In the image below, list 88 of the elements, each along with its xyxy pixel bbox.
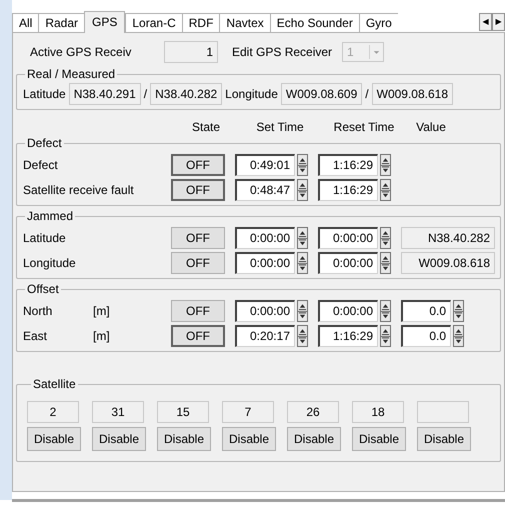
row-label: Latitude	[22, 230, 67, 246]
state-button[interactable]: OFF	[171, 252, 225, 274]
disable-button[interactable]: Disable	[92, 427, 146, 451]
row-label: North	[22, 302, 54, 320]
satellite-number: 31	[92, 401, 144, 423]
tab[interactable]: Echo Sounder	[270, 13, 359, 32]
readout-field: W009.08.618	[372, 83, 454, 105]
tab[interactable]: Radar	[38, 13, 84, 32]
time-field[interactable]: 0:49:01	[235, 154, 295, 176]
spin-buttons[interactable]	[453, 300, 464, 322]
spin-buttons[interactable]	[297, 324, 308, 346]
disable-button[interactable]: Disable	[157, 427, 211, 451]
time-field[interactable]: 0:00:00	[318, 226, 378, 248]
readout-field: N38.40.282	[150, 83, 222, 105]
scroll-right-button[interactable]: ▶	[492, 13, 505, 31]
value-readout: W009.08.618	[401, 252, 495, 274]
time-field[interactable]: 0:00:00	[318, 252, 378, 274]
disable-button[interactable]: Disable	[287, 427, 341, 451]
spin-buttons[interactable]	[380, 154, 391, 176]
time-field[interactable]: 0:00:00	[235, 252, 295, 274]
spin-buttons[interactable]	[297, 178, 308, 200]
state-button[interactable]: OFF	[171, 154, 225, 176]
spin-buttons[interactable]	[297, 300, 308, 322]
value-readout: N38.40.282	[401, 226, 495, 248]
time-field[interactable]: 0:20:17	[235, 324, 295, 346]
row-label: Longitude	[22, 254, 77, 272]
group-title: Offset	[26, 281, 60, 298]
field-label: Active GPS Receiv	[30, 44, 132, 61]
spin-buttons[interactable]	[380, 324, 391, 346]
column-header: Set Time	[255, 120, 305, 134]
satellite-number: 7	[222, 401, 274, 423]
unit-label: [m]	[93, 328, 111, 344]
field-label: Edit GPS Receiver	[232, 44, 332, 61]
spin-buttons[interactable]	[380, 226, 391, 248]
state-button[interactable]: OFF	[171, 324, 225, 346]
time-field[interactable]: 1:16:29	[318, 154, 378, 176]
separator: /	[144, 86, 148, 103]
time-field[interactable]: 1:16:29	[318, 324, 378, 346]
tab[interactable]: RDF	[182, 13, 220, 32]
tab[interactable]: Navtex	[219, 13, 270, 32]
satellite-number: 26	[287, 401, 339, 423]
disable-button[interactable]: Disable	[222, 427, 276, 451]
row-label: Defect	[22, 156, 59, 174]
readout-field: W009.08.609	[280, 83, 362, 105]
column-header: Value	[415, 120, 447, 134]
spin-buttons[interactable]	[297, 154, 308, 176]
unit-label: [m]	[93, 302, 111, 320]
tab[interactable]: All	[12, 13, 38, 32]
spin-buttons[interactable]	[297, 252, 308, 274]
readout-field: N38.40.291	[68, 83, 141, 105]
state-button[interactable]: OFF	[171, 226, 225, 248]
disable-button[interactable]: Disable	[352, 427, 406, 451]
row-label: Satellite receive fault	[22, 182, 135, 198]
value-field[interactable]: 0.0	[401, 324, 451, 346]
group-title: Satellite	[32, 376, 77, 393]
spin-buttons[interactable]	[297, 226, 308, 248]
time-field[interactable]: 0:48:47	[235, 178, 295, 200]
time-field[interactable]: 1:16:29	[318, 178, 378, 200]
tab[interactable]: Loran-C	[125, 13, 182, 32]
spin-buttons[interactable]	[380, 178, 391, 200]
row-label: East	[22, 328, 48, 344]
disable-button[interactable]: Disable	[417, 427, 471, 451]
column-header: State	[190, 120, 222, 134]
tab[interactable]: Gyro	[358, 13, 398, 32]
group-title: Defect	[26, 135, 63, 152]
satellite-number: 18	[352, 401, 404, 423]
tab[interactable]: GPS	[84, 11, 126, 33]
satellite-number: 15	[157, 401, 209, 423]
time-field[interactable]: 0:00:00	[235, 300, 295, 322]
satellite-number: 2	[27, 401, 79, 423]
time-field[interactable]: 0:00:00	[318, 300, 378, 322]
column-header: Reset Time	[332, 120, 396, 134]
separator: /	[365, 86, 369, 103]
state-button[interactable]: OFF	[171, 300, 225, 322]
group-title: Jammed	[26, 208, 74, 225]
field-label: Latitude	[23, 86, 66, 103]
spin-buttons[interactable]	[453, 324, 464, 346]
state-button[interactable]: OFF	[171, 178, 225, 200]
group-title: Real / Measured	[26, 66, 116, 83]
field-label: Longitude	[225, 86, 278, 103]
spin-buttons[interactable]	[380, 300, 391, 322]
disable-button[interactable]: Disable	[27, 427, 81, 451]
time-field[interactable]: 0:00:00	[235, 226, 295, 248]
spin-buttons[interactable]	[380, 252, 391, 274]
value-field[interactable]: 0.0	[401, 300, 451, 322]
satellite-number	[417, 401, 469, 423]
active-receiver-field: 1	[164, 41, 218, 63]
scroll-left-button[interactable]: ◀	[479, 13, 492, 31]
